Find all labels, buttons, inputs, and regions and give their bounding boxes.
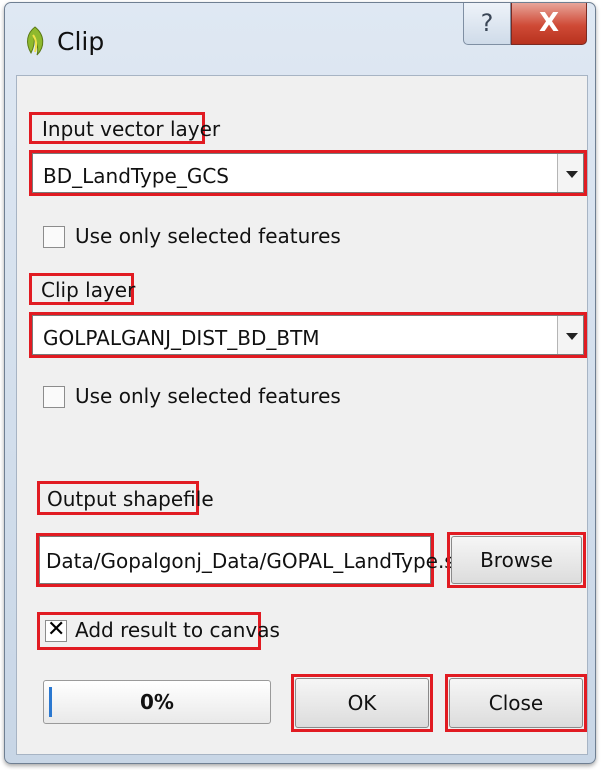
chevron-down-icon[interactable] <box>557 154 583 192</box>
progress-bar: 0% <box>43 680 271 724</box>
clip-dialog: Clip ? X Input vector layer BD_LandType_… <box>4 2 596 764</box>
input-layer-select[interactable]: BD_LandType_GCS <box>32 153 584 193</box>
input-layer-label: Input vector layer <box>42 117 221 141</box>
input-selected-only-checkbox[interactable] <box>43 226 65 248</box>
close-button[interactable]: Close <box>449 678 583 728</box>
output-path-value: Data/Gopalgonj_Data/GOPAL_LandType.shp <box>46 549 481 573</box>
window-title: Clip <box>57 27 105 56</box>
ok-button[interactable]: OK <box>295 678 429 728</box>
close-icon: X <box>538 8 560 38</box>
progress-text: 0% <box>140 690 174 714</box>
clip-layer-value: GOLPALGANJ_DIST_BD_BTM <box>43 326 320 350</box>
output-path-input[interactable]: Data/Gopalgonj_Data/GOPAL_LandType.shp <box>39 536 480 584</box>
add-to-canvas-checkbox[interactable]: ✕ <box>45 617 67 642</box>
window-close-button[interactable]: X <box>511 3 587 45</box>
qgis-icon <box>27 26 44 56</box>
help-icon: ? <box>480 9 494 37</box>
clip-layer-label: Clip layer <box>41 278 136 302</box>
output-label: Output shapefile <box>47 487 214 511</box>
input-selected-only-label: Use only selected features <box>75 224 341 248</box>
help-button[interactable]: ? <box>463 3 511 45</box>
dialog-body: Input vector layer BD_LandType_GCS Use o… <box>16 75 588 755</box>
title-bar[interactable]: Clip ? X <box>5 3 595 75</box>
clip-selected-only-checkbox[interactable] <box>43 386 65 408</box>
input-layer-value: BD_LandType_GCS <box>43 164 229 188</box>
output-label-box: Output shapefile <box>37 481 214 515</box>
chevron-down-icon[interactable] <box>557 316 583 354</box>
progress-fill <box>49 687 52 717</box>
checkmark-icon: ✕ <box>47 617 66 642</box>
clip-layer-select[interactable]: GOLPALGANJ_DIST_BD_BTM <box>32 315 584 355</box>
clip-selected-only-label: Use only selected features <box>75 384 341 408</box>
clip-layer-label-box: Clip layer <box>29 273 136 305</box>
input-layer-label-box: Input vector layer <box>29 112 220 144</box>
add-to-canvas-label: Add result to canvas <box>75 618 280 642</box>
browse-button[interactable]: Browse <box>451 536 582 584</box>
